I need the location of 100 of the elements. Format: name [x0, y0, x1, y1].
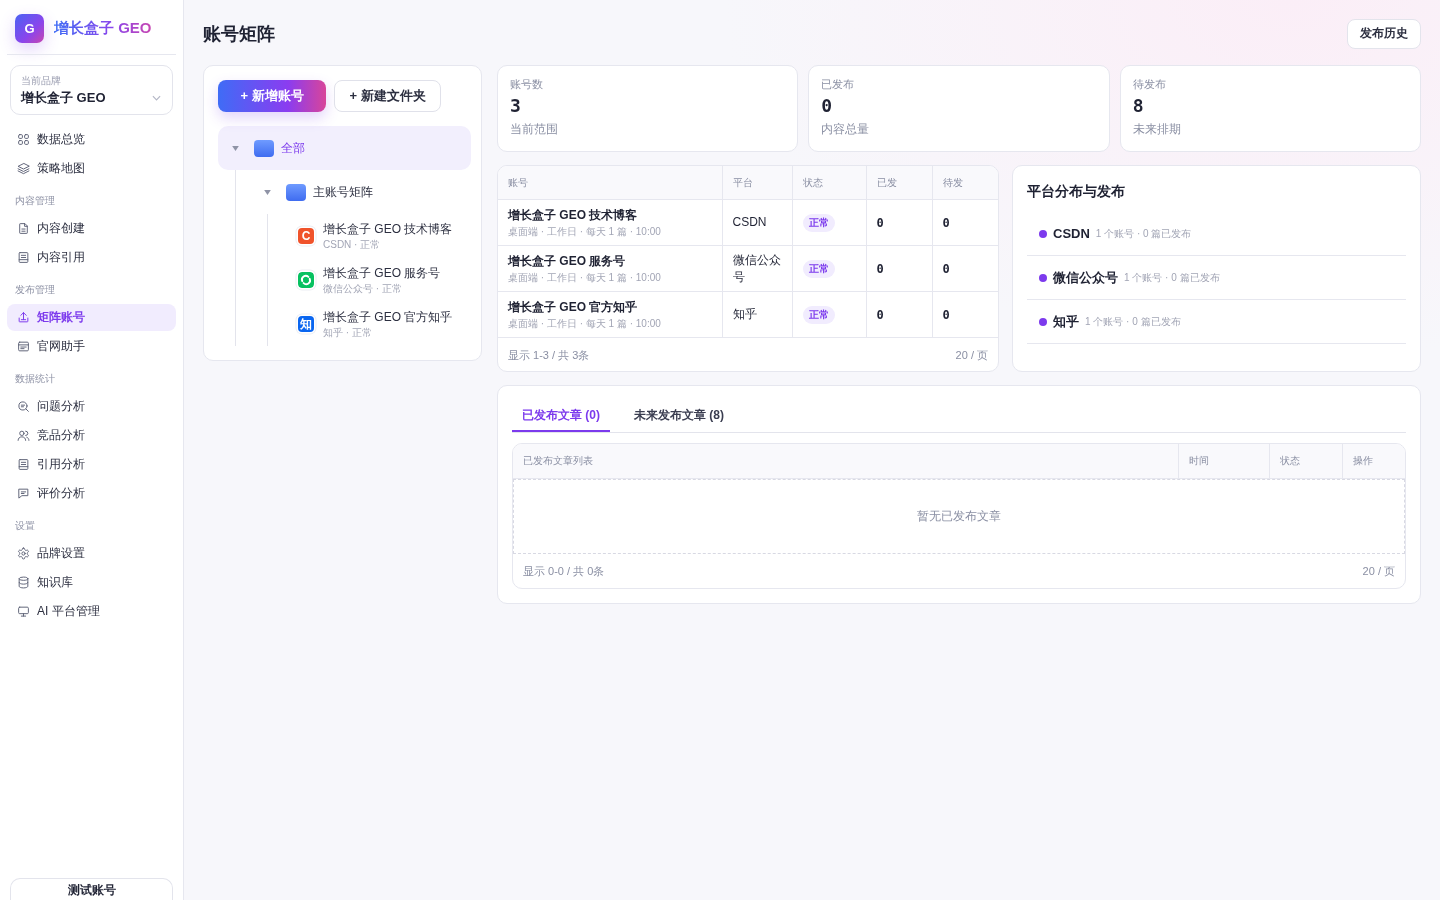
account-tree-item[interactable]: 增长盒子 GEO 服务号 微信公众号 · 正常	[282, 258, 471, 302]
letter-tile-icon: 知	[298, 316, 314, 332]
stat-value: 8	[1132, 95, 1145, 117]
bullet-dot-icon	[1039, 273, 1047, 282]
stat-note: 内容总量	[821, 121, 871, 137]
history-button[interactable]: 发布历史	[1347, 18, 1421, 49]
platform-meta: 1 个账号 · 0 篇已发布	[1085, 314, 1181, 329]
tree-folder-item[interactable]: 全部	[218, 126, 471, 170]
nav-item[interactable]: 矩阵账号	[7, 304, 176, 331]
tile-icon	[254, 139, 274, 157]
nav-item[interactable]: 官网助手	[7, 333, 176, 360]
platform-meta: 1 个账号 · 0 篇已发布	[1124, 270, 1220, 285]
bullet-dot-icon	[1039, 229, 1047, 238]
pagination-summary: 显示 1-3 / 共 3条	[508, 347, 590, 363]
nav-item[interactable]: 数据总览	[7, 126, 176, 153]
panel-title: 平台分布与发布	[1027, 182, 1126, 201]
bullet-dot-icon	[1039, 317, 1047, 326]
platform-meta: 1 个账号 · 0 篇已发布	[1095, 226, 1192, 241]
account-name: 增长盒子 GEO 官方知乎	[508, 299, 639, 315]
count-cell: 0	[932, 291, 998, 338]
empty-state-text: 暂无已发布文章	[917, 508, 1001, 525]
nav-section-title: 内容管理	[14, 194, 56, 208]
document-icon	[17, 222, 30, 235]
platform-cell: 微信公众号	[722, 245, 792, 292]
stat-label: 待发布	[1132, 77, 1167, 91]
caret-icon[interactable]	[232, 145, 239, 151]
column-header: 已发	[866, 166, 932, 200]
stat-value: 0	[821, 95, 834, 117]
nav-item[interactable]: 内容引用	[7, 244, 176, 271]
monitor-icon	[17, 605, 30, 618]
count-cell: 0	[932, 245, 998, 292]
nav-item[interactable]: 策略地图	[7, 155, 176, 182]
platform-name: 知乎	[1053, 312, 1079, 331]
nav-section-title: 发布管理	[14, 283, 56, 297]
platform-name: CSDN	[1053, 226, 1090, 241]
brand-select[interactable]: 当前品牌 增长盒子 GEO	[10, 65, 173, 115]
column-header: 账号	[498, 166, 722, 200]
add-account-button[interactable]: + 新增账号	[218, 80, 326, 112]
account-tree-item[interactable]: C 增长盒子 GEO 技术博客 CSDN · 正常	[282, 214, 471, 258]
nav-item[interactable]: AI 平台管理	[7, 598, 176, 625]
nav-section-title: 设置	[14, 519, 36, 533]
column-header: 时间	[1179, 444, 1270, 478]
account-card[interactable]: 测试账号	[10, 878, 173, 900]
count-cell: 0	[866, 199, 932, 246]
upload-icon	[17, 311, 30, 324]
chat-icon	[17, 487, 30, 500]
count-cell: 0	[932, 199, 998, 246]
nav-section-title: 数据统计	[14, 372, 56, 386]
status-badge: 正常	[802, 305, 835, 324]
nav-item[interactable]: 评价分析	[7, 480, 176, 507]
stat-note: 当前范围	[510, 121, 559, 137]
nav-item[interactable]: 引用分析	[7, 451, 176, 478]
settings-icon	[17, 547, 30, 560]
schedule-text: 桌面端 · 工作日 · 每天 1 篇 · 10:00	[508, 317, 662, 330]
browser-window-icon	[17, 340, 30, 353]
tab[interactable]: 未来发布文章 (8)	[624, 400, 734, 432]
chevron-down-icon	[152, 95, 161, 101]
brand-name: 增长盒子 GEO	[54, 19, 152, 38]
tile-icon	[286, 183, 306, 201]
page-title: 账号矩阵	[203, 22, 275, 46]
count-cell: 0	[866, 245, 932, 292]
platform-name: 微信公众号	[1053, 268, 1118, 287]
nav-item[interactable]: 竞品分析	[7, 422, 176, 449]
platform-cell: CSDN	[722, 199, 792, 246]
column-header: 状态	[1270, 444, 1343, 478]
caret-icon[interactable]	[264, 189, 271, 195]
status-badge: 正常	[802, 259, 835, 278]
letter-tile-icon: C	[298, 228, 314, 244]
pagination-summary: 显示 0-0 / 共 0条	[523, 563, 605, 579]
database-icon	[17, 576, 30, 589]
nav-item[interactable]: 品牌设置	[7, 540, 176, 567]
nav-item[interactable]: 问题分析	[7, 393, 176, 420]
column-header: 操作	[1352, 454, 1374, 468]
column-header: 已发布文章列表	[513, 444, 1179, 478]
stat-value: 3	[510, 95, 522, 117]
stat-note: 未来排期	[1132, 121, 1182, 137]
new-folder-button[interactable]: + 新建文件夹	[334, 80, 441, 112]
list-icon	[17, 458, 30, 471]
stat-label: 账号数	[510, 77, 544, 91]
users-icon	[17, 429, 30, 442]
nav-item[interactable]: 知识库	[7, 569, 176, 596]
count-cell: 0	[866, 291, 932, 338]
schedule-text: 桌面端 · 工作日 · 每天 1 篇 · 10:00	[508, 225, 662, 238]
status-badge: 正常	[802, 213, 835, 232]
logo-icon: G	[15, 14, 44, 43]
layers-icon	[17, 162, 30, 175]
column-header: 待发	[932, 166, 998, 200]
nav-item[interactable]: 内容创建	[7, 215, 176, 242]
search-icon	[17, 400, 30, 413]
tab[interactable]: 已发布文章 (0)	[512, 400, 610, 432]
schedule-text: 桌面端 · 工作日 · 每天 1 篇 · 10:00	[508, 271, 662, 284]
column-header: 状态	[792, 166, 866, 200]
account-name: 增长盒子 GEO 技术博客	[508, 207, 639, 223]
list-icon	[17, 251, 30, 264]
column-header: 平台	[722, 166, 792, 200]
stat-label: 已发布	[821, 77, 856, 91]
grid-icon	[17, 133, 30, 146]
tree-folder-item[interactable]: 主账号矩阵	[250, 170, 471, 214]
platform-cell: 知乎	[722, 291, 792, 338]
account-name: 增长盒子 GEO 服务号	[508, 253, 627, 269]
